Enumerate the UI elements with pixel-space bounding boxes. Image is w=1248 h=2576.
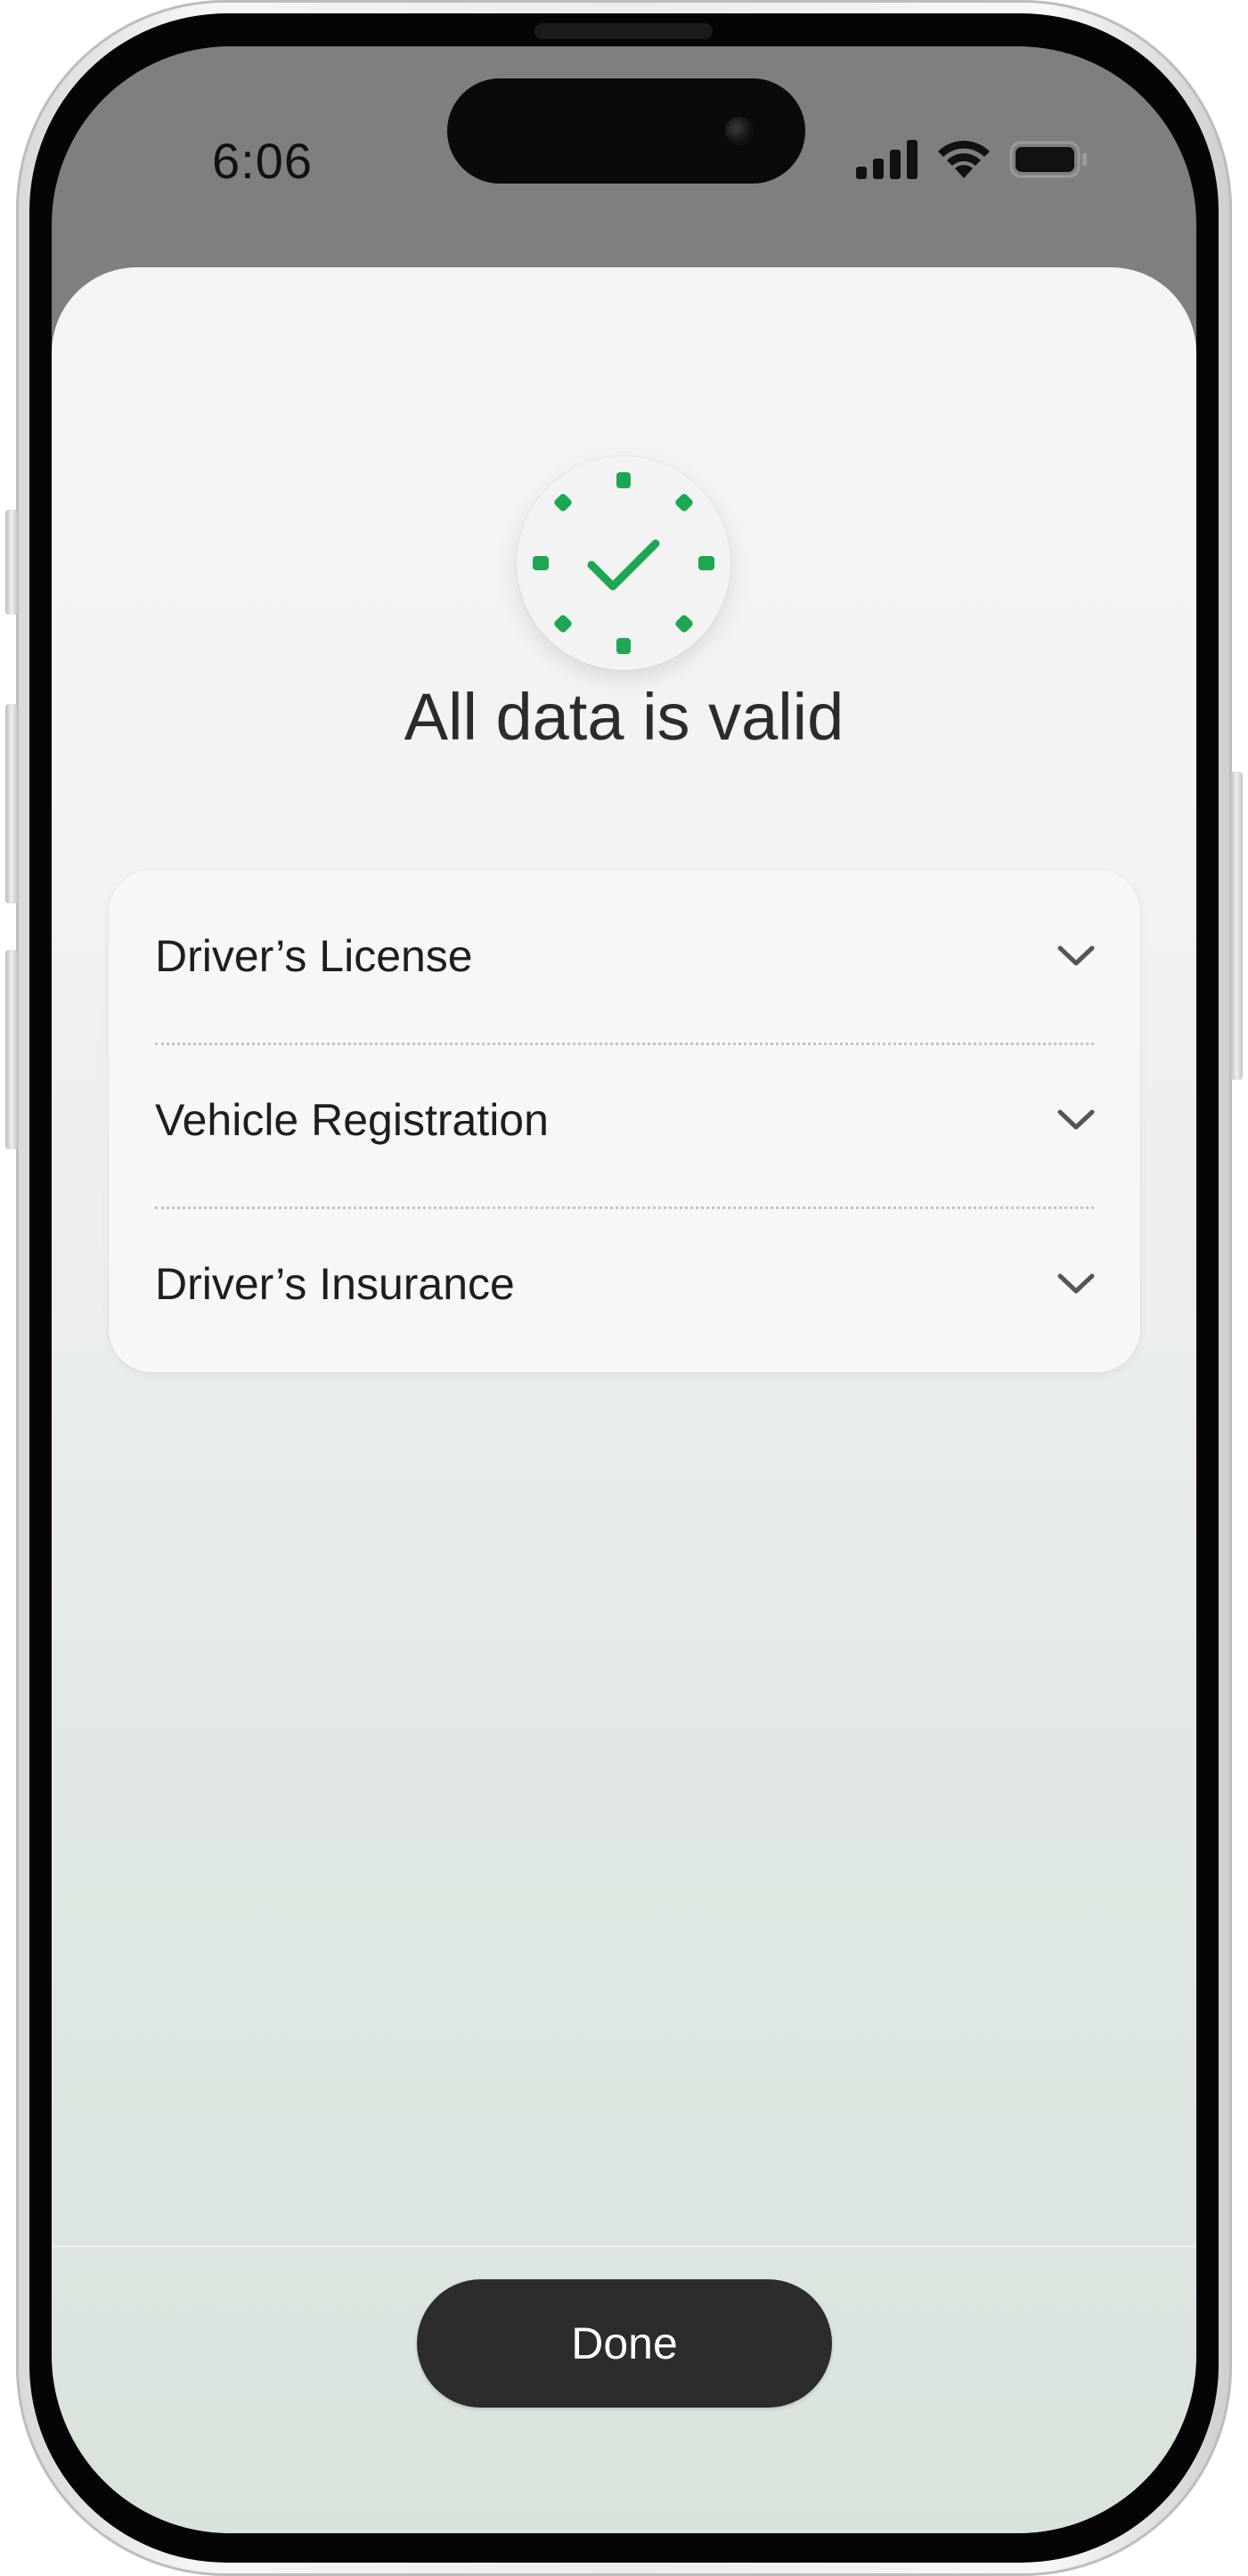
- volume-down-button: [5, 950, 18, 1149]
- status-icons: [856, 139, 1089, 180]
- chevron-down-icon[interactable]: [1055, 1105, 1097, 1133]
- cellular-signal-icon: [856, 140, 918, 179]
- front-camera: [725, 117, 754, 145]
- document-row-vehicle-registration[interactable]: Vehicle Registration: [109, 1037, 1140, 1201]
- screen: 6:06 All data is valid Driver’s License …: [52, 46, 1196, 2533]
- status-time: 6:06: [212, 133, 313, 189]
- chevron-down-icon[interactable]: [1055, 1269, 1097, 1297]
- footer-divider: [52, 2245, 1196, 2247]
- dynamic-island: [447, 78, 805, 184]
- done-button[interactable]: Done: [417, 2279, 832, 2408]
- clock-checkmark-icon: [533, 472, 714, 654]
- result-sheet: All data is valid Driver’s License Vehic…: [52, 267, 1196, 2533]
- validation-badge: [517, 456, 730, 670]
- chevron-down-icon[interactable]: [1055, 941, 1097, 969]
- page-title: All data is valid: [404, 680, 844, 754]
- document-row-drivers-license[interactable]: Driver’s License: [109, 873, 1140, 1037]
- battery-icon: [1009, 141, 1087, 178]
- power-button: [1230, 772, 1243, 1080]
- document-label: Driver’s License: [155, 931, 473, 981]
- wifi-icon: [938, 140, 990, 178]
- document-label: Driver’s Insurance: [155, 1259, 515, 1309]
- earpiece: [534, 23, 713, 39]
- documents-card: Driver’s License Vehicle Registration Dr…: [109, 870, 1140, 1372]
- status-bar: 6:06: [52, 46, 1196, 267]
- action-button: [5, 510, 18, 615]
- document-row-drivers-insurance[interactable]: Driver’s Insurance: [109, 1201, 1140, 1365]
- document-label: Vehicle Registration: [155, 1095, 549, 1145]
- volume-up-button: [5, 704, 18, 904]
